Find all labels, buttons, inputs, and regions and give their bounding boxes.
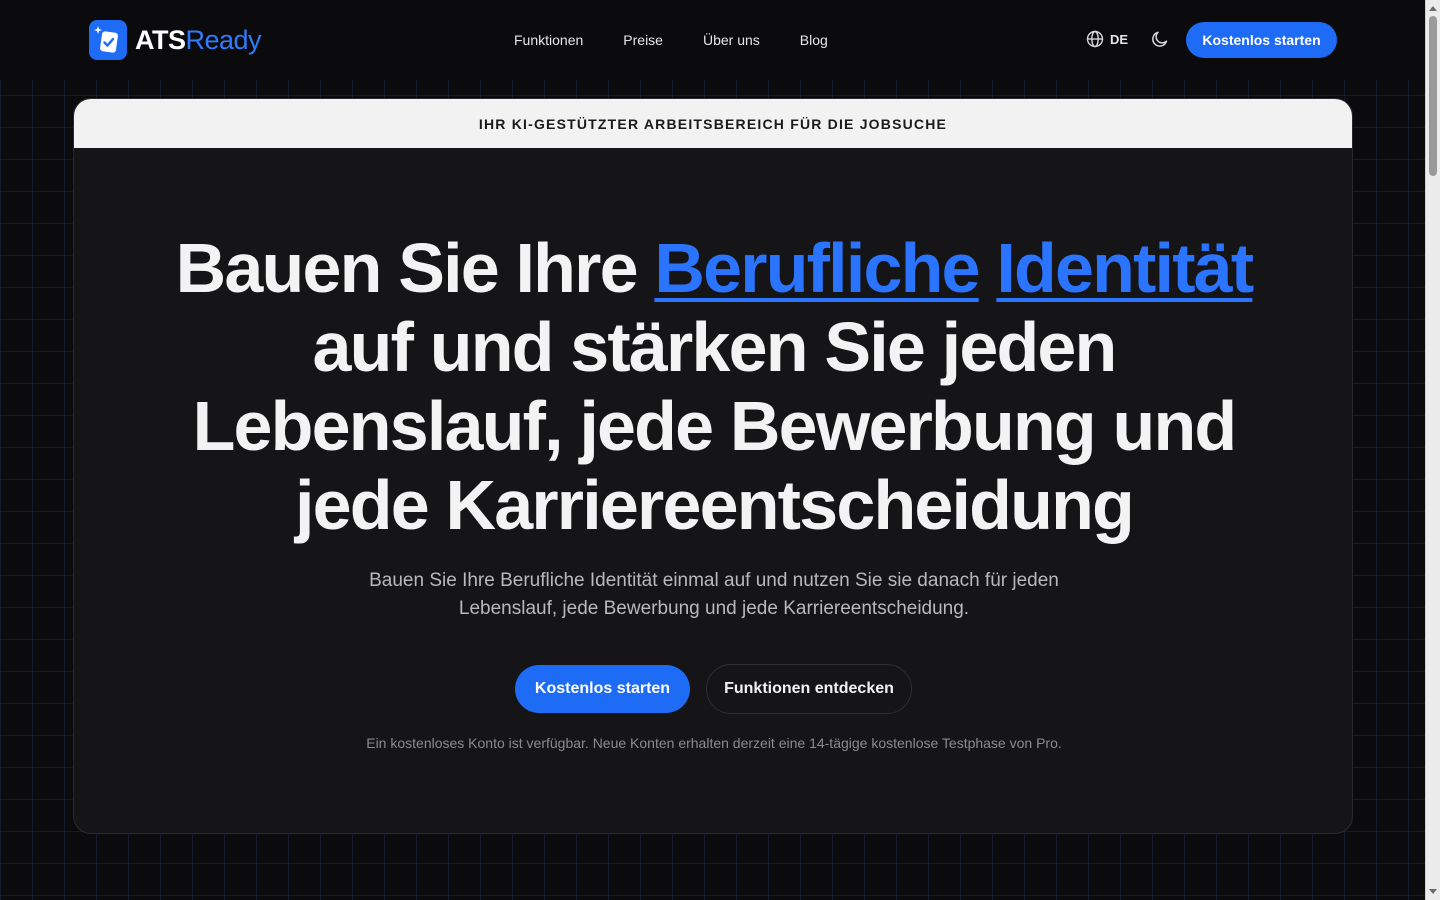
headline-line-2: auf und stärken Sie jeden [312,308,1118,386]
theme-toggle[interactable] [1150,29,1170,54]
nav-link-preise[interactable]: Preise [623,30,663,50]
scroll-down-arrow-icon[interactable] [1429,889,1437,894]
hero-card: IHR KI-GESTÜTZTER ARBEITSBEREICH FÜR DIE… [73,98,1353,834]
headline-highlight-1: Berufliche [654,229,980,307]
trial-note: Ein kostenloses Konto ist verfügbar. Neu… [366,735,1062,751]
language-label: DE [1110,31,1129,47]
top-nav: ATSReady Funktionen Preise Über uns Blog… [0,0,1425,80]
headline-highlight-2: Identität [996,229,1254,307]
logo[interactable]: ATSReady [89,20,262,60]
scroll-up-arrow-icon[interactable] [1429,6,1437,11]
headline-line-4: jede Karriereentscheidung [294,466,1135,544]
headline-text-pre: Bauen Sie Ihre [175,229,655,307]
hero-headline: Bauen Sie Ihre Berufliche Identität auf … [74,229,1352,545]
scroll-thumb[interactable] [1429,16,1437,176]
nav-cta-button[interactable]: Kostenlos starten [1186,22,1337,58]
nav-link-blog[interactable]: Blog [800,30,828,50]
discover-features-button[interactable]: Funktionen entdecken [706,664,912,714]
globe-icon [1086,30,1104,48]
headline-line-3: Lebenslauf, jede Bewerbung und [192,387,1238,465]
nav-link-ueber-uns[interactable]: Über uns [703,30,760,50]
nav-links: Funktionen Preise Über uns Blog [514,30,868,50]
logo-icon [89,20,127,60]
hero-banner: IHR KI-GESTÜTZTER ARBEITSBEREICH FÜR DIE… [74,99,1352,148]
moon-icon [1152,31,1168,47]
nav-link-funktionen[interactable]: Funktionen [514,30,583,50]
language-switcher[interactable]: DE [1086,30,1128,48]
logo-text: ATSReady [135,24,262,55]
hero-subtitle: Bauen Sie Ihre Berufliche Identität einm… [369,570,1059,619]
page-scrollbar[interactable] [1425,0,1440,900]
start-free-button[interactable]: Kostenlos starten [515,665,690,713]
